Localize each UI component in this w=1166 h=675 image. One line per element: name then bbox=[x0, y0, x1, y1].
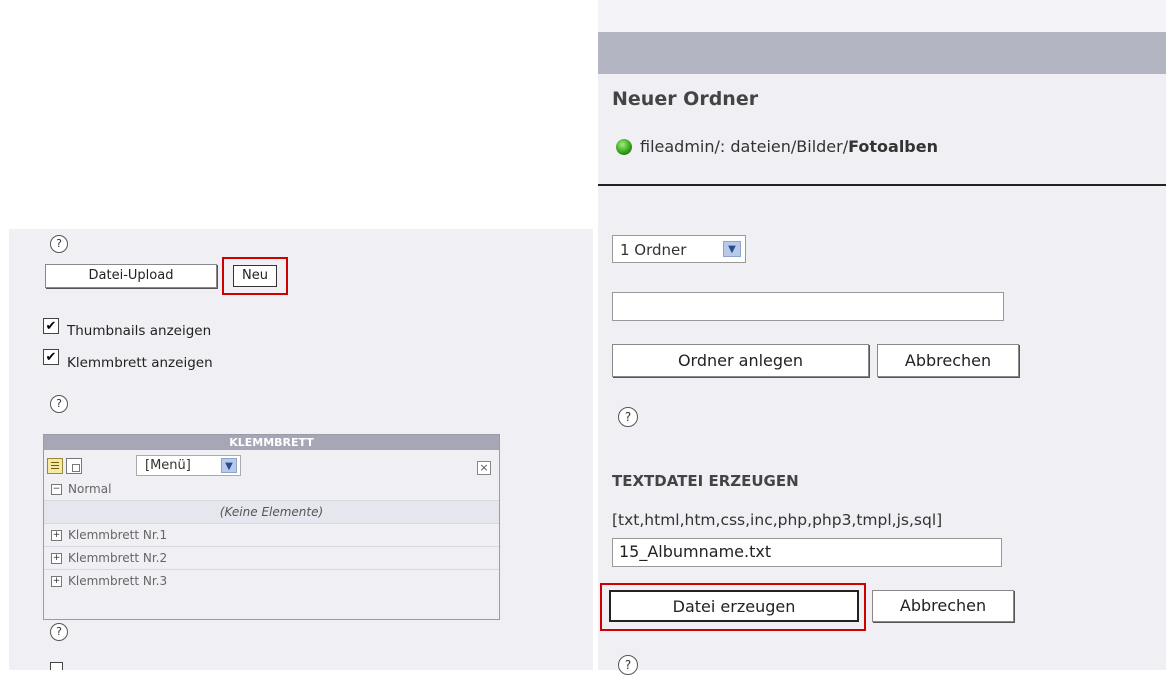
page-title: Neuer Ordner bbox=[612, 88, 759, 110]
divider bbox=[598, 184, 1166, 186]
help-icon[interactable]: ? bbox=[50, 623, 68, 641]
filename-input[interactable]: 15_Albumname.txt bbox=[612, 538, 1002, 567]
folder-name-input[interactable] bbox=[612, 292, 1004, 321]
folder-count-select[interactable]: 1 Ordner ▼ bbox=[612, 235, 746, 263]
file-list-options-panel: ? Datei-Upload Neu ✔ Thumbnails anzeigen… bbox=[9, 229, 593, 670]
list-view-icon[interactable] bbox=[47, 458, 63, 474]
empty-message-text: (Keine Elemente) bbox=[219, 505, 324, 519]
clipboard-menu-select[interactable]: [Menü] ▼ bbox=[136, 455, 241, 476]
checkbox-partial[interactable] bbox=[50, 662, 63, 670]
show-clipboard-label: Klemmbrett anzeigen bbox=[67, 355, 213, 371]
collapse-icon[interactable]: − bbox=[51, 484, 62, 495]
clipboard-tab-2[interactable]: + Klemmbrett Nr.2 bbox=[44, 547, 499, 570]
help-icon[interactable]: ? bbox=[618, 407, 638, 427]
chevron-down-icon[interactable]: ▼ bbox=[723, 241, 741, 257]
clipboard-empty-message: (Keine Elemente) bbox=[44, 501, 499, 524]
create-folder-button[interactable]: Ordner anlegen bbox=[612, 344, 869, 377]
help-icon[interactable]: ? bbox=[50, 395, 68, 413]
new-button[interactable]: Neu bbox=[233, 265, 277, 287]
clipboard-menu-value: [Menü] bbox=[145, 458, 191, 473]
close-icon[interactable]: × bbox=[477, 461, 491, 475]
globe-icon bbox=[616, 139, 632, 155]
clipboard-tab-3[interactable]: + Klemmbrett Nr.3 bbox=[44, 570, 499, 592]
path-current-folder: Fotoalben bbox=[848, 137, 938, 156]
help-icon[interactable]: ? bbox=[50, 235, 68, 253]
clipboard-title: KLEMMBRETT bbox=[44, 435, 499, 450]
new-folder-panel: Neuer Ordner fileadmin/: dateien/Bilder/… bbox=[598, 0, 1166, 675]
show-thumbnails-checkbox[interactable]: ✔ bbox=[43, 318, 59, 334]
expand-icon[interactable]: + bbox=[51, 553, 62, 564]
cancel-file-button[interactable]: Abbrechen bbox=[872, 590, 1014, 622]
clipboard-tab-label: Klemmbrett Nr.2 bbox=[68, 551, 168, 565]
show-clipboard-checkbox[interactable]: ✔ bbox=[43, 349, 59, 365]
show-thumbnails-label: Thumbnails anzeigen bbox=[67, 323, 212, 339]
clipboard-tab-normal[interactable]: − Normal bbox=[44, 478, 499, 501]
cancel-folder-button[interactable]: Abbrechen bbox=[877, 344, 1019, 377]
textfile-heading: TEXTDATEI ERZEUGEN bbox=[612, 472, 799, 490]
clipboard-panel: KLEMMBRETT [Menü] ▼ × − Normal (Keine Ele… bbox=[43, 434, 500, 620]
clipboard-tab-1[interactable]: + Klemmbrett Nr.1 bbox=[44, 524, 499, 547]
chevron-down-icon[interactable]: ▼ bbox=[221, 458, 237, 473]
copy-mode-icon[interactable] bbox=[66, 458, 82, 474]
clipboard-tab-label: Klemmbrett Nr.1 bbox=[68, 528, 168, 542]
current-path: fileadmin/: dateien/Bilder/Fotoalben bbox=[640, 137, 938, 156]
allowed-extensions: [txt,html,htm,css,inc,php,php3,tmpl,js,s… bbox=[612, 511, 943, 529]
folder-count-value: 1 Ordner bbox=[620, 241, 687, 259]
top-bar bbox=[598, 0, 1166, 32]
path-prefix: fileadmin/: dateien/Bilder/ bbox=[640, 137, 849, 156]
clipboard-tab-label: Klemmbrett Nr.3 bbox=[68, 574, 168, 588]
create-file-button[interactable]: Datei erzeugen bbox=[609, 590, 859, 622]
docheader-bar bbox=[598, 32, 1166, 74]
clipboard-tab-label: Normal bbox=[68, 482, 112, 496]
file-upload-button[interactable]: Datei-Upload bbox=[45, 264, 217, 288]
expand-icon[interactable]: + bbox=[51, 576, 62, 587]
help-icon[interactable]: ? bbox=[618, 655, 638, 675]
expand-icon[interactable]: + bbox=[51, 530, 62, 541]
